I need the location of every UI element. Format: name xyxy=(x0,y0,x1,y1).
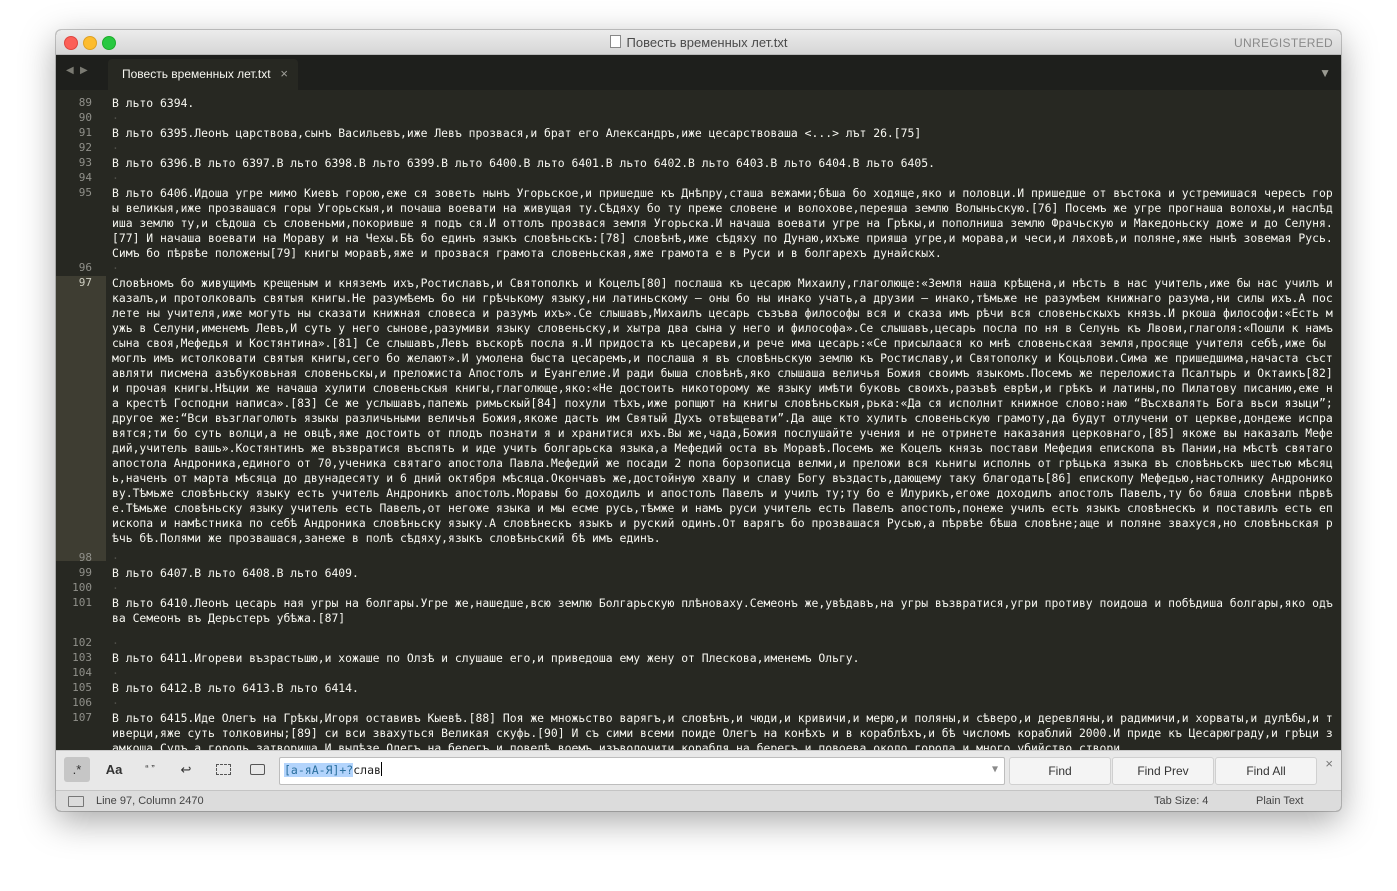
line-number: 104 xyxy=(72,666,92,679)
text-line[interactable]: · xyxy=(112,171,1336,186)
window-title: Повесть временных лет.txt xyxy=(56,35,1341,50)
line-number: 106 xyxy=(72,696,92,709)
line-number: 98 xyxy=(78,551,92,564)
title-bar: Повесть временных лет.txt UNREGISTERED xyxy=(56,30,1341,55)
line-number: 94 xyxy=(78,171,92,184)
line-number: 96 xyxy=(78,261,92,274)
line-number: 100 xyxy=(72,581,92,594)
text-line[interactable]: В льто 6410.Леонъ цесарь ная угры на бол… xyxy=(112,596,1336,626)
line-number: 92 xyxy=(78,141,92,154)
syntax-mode[interactable]: Plain Text xyxy=(1256,795,1304,807)
status-bar: Line 97, Column 2470 Tab Size: 4 Plain T… xyxy=(56,790,1341,811)
window-title-text: Повесть временных лет.txt xyxy=(626,35,788,50)
editor-area[interactable]: 89 90 91 92 93 94 95 96 97 98 99 100 101 102 103 104 105… xyxy=(56,90,1341,750)
regex-toggle[interactable]: .* xyxy=(64,757,90,782)
highlight-matches-icon xyxy=(249,764,265,775)
text-line[interactable]: · xyxy=(112,111,1336,126)
document-icon xyxy=(609,35,621,48)
find-panel: .* Aa “ ” ↩ [а-яА-Я]+?слав ▼ Find Find P… xyxy=(56,750,1341,791)
line-number: 89 xyxy=(78,96,92,109)
tab-size[interactable]: Tab Size: 4 xyxy=(1154,795,1208,807)
text-line[interactable]: · xyxy=(112,141,1336,156)
find-query-rest: слав xyxy=(353,763,381,777)
line-number: 93 xyxy=(78,156,92,169)
in-selection-toggle[interactable] xyxy=(210,757,236,782)
in-selection-icon xyxy=(215,764,231,775)
text-line[interactable]: · xyxy=(112,696,1336,711)
tab-label: Повесть временных лет.txt xyxy=(122,67,271,81)
line-number: 103 xyxy=(72,651,92,664)
text-line[interactable]: В льто 6395.Леонъ царствова,сынъ Василье… xyxy=(112,126,1336,141)
line-number: 91 xyxy=(78,126,92,139)
line-number: 105 xyxy=(72,681,92,694)
text-caret xyxy=(380,762,382,776)
line-number: 90 xyxy=(78,111,92,124)
text-line[interactable]: В льто 6411.Игореви възрастьшю,и хожаше … xyxy=(112,651,1336,666)
tab-close-icon[interactable]: × xyxy=(280,66,288,81)
find-panel-close-icon[interactable]: × xyxy=(1325,756,1333,771)
text-line[interactable]: В льто 6406.Идоша угре мимо Киевъ горою,… xyxy=(112,186,1336,261)
text-line[interactable]: · xyxy=(112,551,1336,566)
line-number: 101 xyxy=(72,596,92,609)
app-window: Повесть временных лет.txt UNREGISTERED ◀… xyxy=(56,30,1341,811)
find-prev-button[interactable]: Find Prev xyxy=(1112,757,1214,785)
tab-bar: ◀ ▶ Повесть временных лет.txt × ▼ xyxy=(56,55,1341,90)
text-line[interactable]: · xyxy=(112,261,1336,276)
text-line[interactable]: В льто 6394. xyxy=(112,96,1336,111)
text-line[interactable]: Словѣномъ бо живущимъ крещеным и княземъ… xyxy=(112,276,1336,546)
find-history-dropdown-icon[interactable]: ▼ xyxy=(992,758,998,782)
find-button[interactable]: Find xyxy=(1009,757,1111,785)
text-line[interactable]: · xyxy=(112,636,1336,651)
tab-document[interactable]: Повесть временных лет.txt × xyxy=(108,59,298,90)
text-line[interactable]: · xyxy=(112,666,1336,681)
tab-scroll-left-icon[interactable]: ◀ xyxy=(66,65,74,76)
tab-menu-icon[interactable]: ▼ xyxy=(1319,66,1331,80)
tab-scroll-right-icon[interactable]: ▶ xyxy=(80,65,88,76)
wrap-toggle[interactable]: ↩ xyxy=(172,757,200,782)
line-number: 97 xyxy=(78,276,92,289)
active-line-highlight xyxy=(56,276,106,561)
find-query-selected: [а-яА-Я]+? xyxy=(284,763,354,777)
line-number: 107 xyxy=(72,711,92,724)
find-input[interactable]: [а-яА-Я]+?слав ▼ xyxy=(279,757,1005,785)
whole-word-toggle[interactable]: “ ” xyxy=(136,757,164,782)
text-line[interactable]: · xyxy=(112,581,1336,596)
text-line[interactable]: В льто 6407.В льто 6408.В льто 6409. xyxy=(112,566,1336,581)
panel-toggle-icon[interactable] xyxy=(68,796,84,807)
find-all-button[interactable]: Find All xyxy=(1215,757,1317,785)
unregistered-label: UNREGISTERED xyxy=(1234,36,1333,50)
case-sensitive-toggle[interactable]: Aa xyxy=(100,757,128,782)
line-number: 99 xyxy=(78,566,92,579)
line-number: 95 xyxy=(78,186,92,199)
cursor-position: Line 97, Column 2470 xyxy=(96,795,204,807)
text-line[interactable]: В льто 6396.В льто 6397.В льто 6398.В ль… xyxy=(112,156,1336,171)
text-line[interactable]: В льто 6415.Иде Олегъ на Грѣкы,Игоря ост… xyxy=(112,711,1336,750)
highlight-matches-toggle[interactable] xyxy=(244,757,270,782)
line-number: 102 xyxy=(72,636,92,649)
text-line[interactable]: В льто 6412.В льто 6413.В льто 6414. xyxy=(112,681,1336,696)
